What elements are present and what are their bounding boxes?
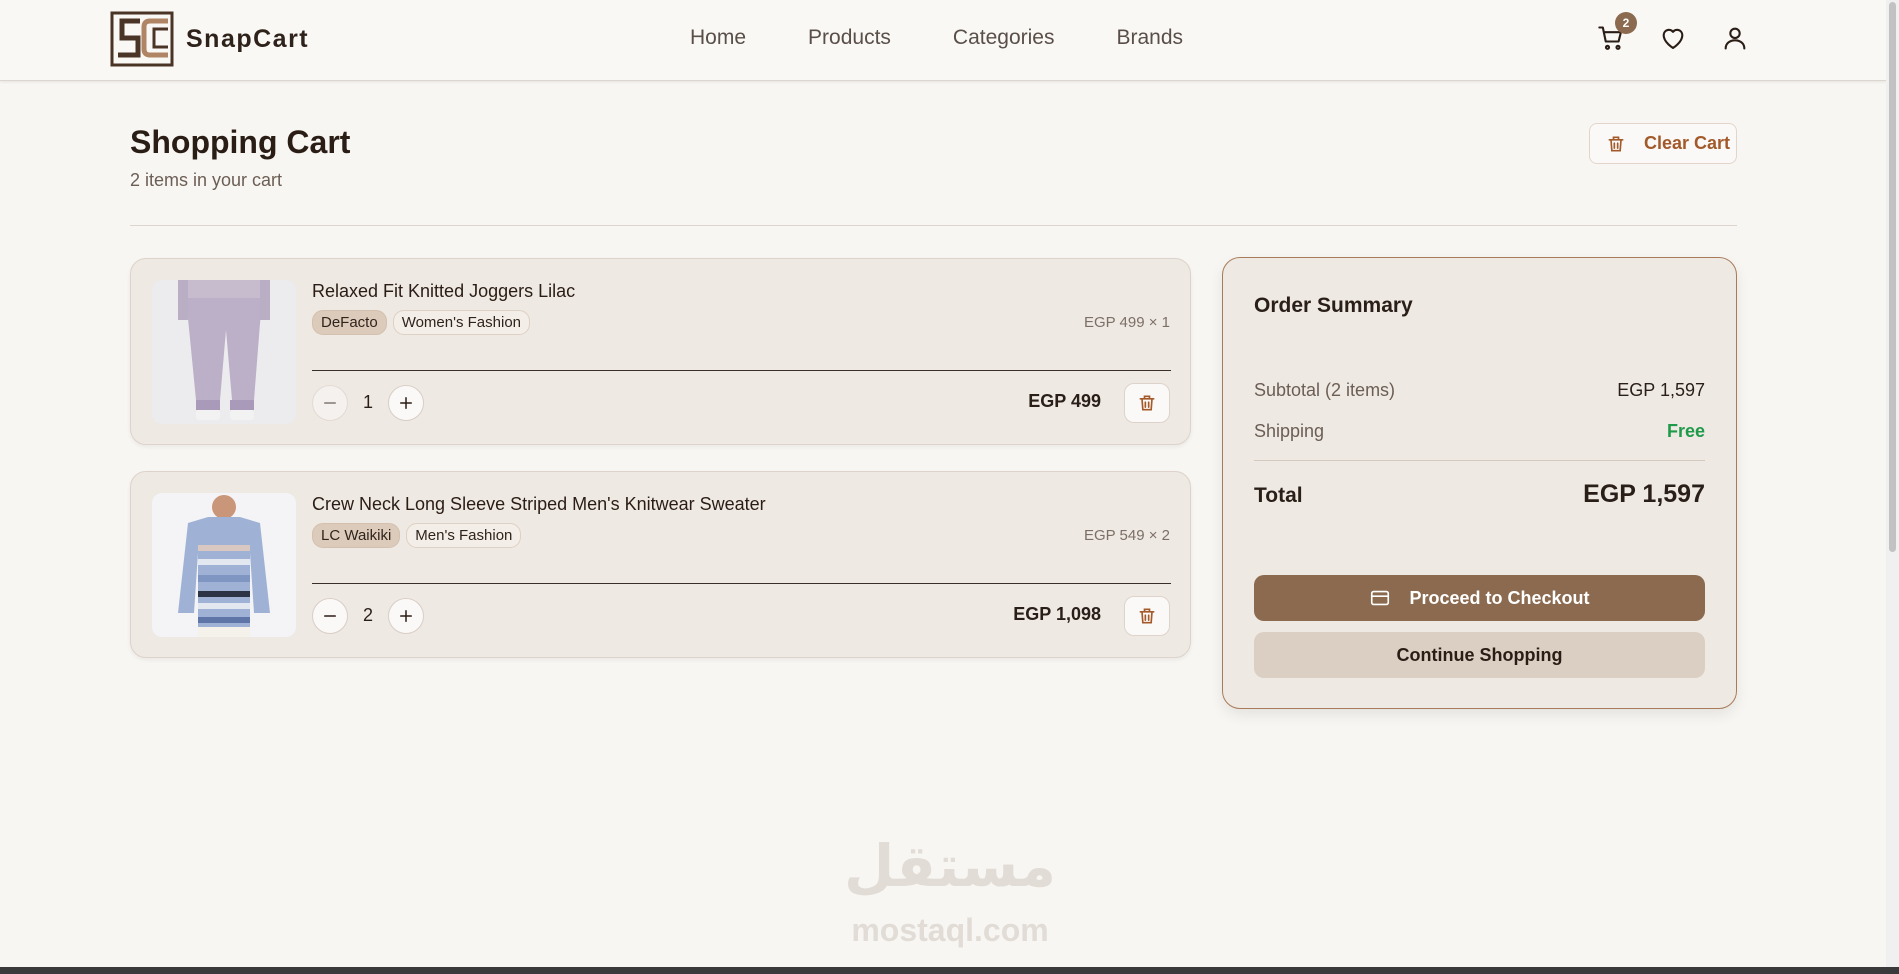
subtotal-label: Subtotal (2 items) <box>1254 380 1396 400</box>
scrollbar-thumb[interactable] <box>1889 2 1896 552</box>
subtotal-value: EGP 1,597 <box>1617 380 1705 400</box>
quantity-value: 1 <box>362 392 373 412</box>
site-header: SnapCart Home Products Categories Brands… <box>0 0 1886 81</box>
shipping-value: Free <box>1666 421 1705 441</box>
unit-price: EGP 499 × 1 <box>1083 314 1170 331</box>
sweater-image-icon <box>152 493 296 637</box>
item-divider <box>312 583 1171 584</box>
header-divider <box>130 225 1737 226</box>
logo[interactable]: SnapCart <box>110 11 309 67</box>
shipping-label: Shipping <box>1254 421 1325 441</box>
decrease-quantity-button[interactable] <box>312 598 348 634</box>
clear-cart-label: Clear Cart <box>1644 133 1731 153</box>
cart-count-text: 2 items in your cart <box>130 170 283 190</box>
joggers-image-icon <box>152 280 296 424</box>
user-icon <box>1724 27 1746 50</box>
remove-item-button[interactable] <box>1124 596 1170 636</box>
shipping-row: Shipping Free <box>1254 421 1705 442</box>
cart-item: Relaxed Fit Knitted Joggers Lilac DeFact… <box>130 258 1191 445</box>
product-image[interactable] <box>152 280 296 424</box>
product-name[interactable]: Relaxed Fit Knitted Joggers Lilac <box>312 281 575 302</box>
product-tags: DeFacto Women's Fashion <box>312 310 536 335</box>
trash-icon <box>1139 608 1155 624</box>
wishlist-button[interactable] <box>1657 22 1689 54</box>
watermark-arabic: مستقل <box>843 832 1057 900</box>
nav-home[interactable]: Home <box>690 26 746 50</box>
plus-icon <box>400 397 412 409</box>
total-value: EGP 1,597 <box>1583 480 1705 508</box>
cart-count-badge: 2 <box>1615 12 1637 34</box>
clear-cart-button[interactable]: Clear Cart <box>1589 123 1737 164</box>
increase-quantity-button[interactable] <box>388 385 424 421</box>
quantity-value: 2 <box>362 605 373 625</box>
nav-products[interactable]: Products <box>808 26 891 50</box>
trash-icon <box>1608 136 1624 151</box>
plus-icon <box>400 610 412 622</box>
minus-icon <box>324 402 336 404</box>
checkout-label: Proceed to Checkout <box>1409 587 1590 608</box>
total-label: Total <box>1254 484 1303 507</box>
logo-mark-icon <box>110 11 174 67</box>
unit-price: EGP 549 × 2 <box>1083 527 1170 544</box>
product-image[interactable] <box>152 493 296 637</box>
cart-button[interactable]: 2 <box>1595 12 1637 54</box>
bottom-edge <box>0 967 1899 974</box>
checkout-button[interactable]: Proceed to Checkout <box>1254 575 1705 621</box>
decrease-quantity-button[interactable] <box>312 385 348 421</box>
order-summary: Order Summary Subtotal (2 items) EGP 1,5… <box>1222 257 1737 709</box>
nav-brands[interactable]: Brands <box>1116 26 1183 50</box>
continue-label: Continue Shopping <box>1396 644 1563 665</box>
trash-icon <box>1139 395 1155 411</box>
category-tag: Women's Fashion <box>392 310 531 335</box>
main-nav: Home Products Categories Brands <box>690 26 1245 50</box>
brand-name: SnapCart <box>186 24 310 53</box>
summary-divider <box>1254 460 1705 461</box>
vertical-scrollbar[interactable] <box>1886 0 1899 974</box>
line-total: EGP 499 <box>1028 391 1101 411</box>
nav-categories[interactable]: Categories <box>953 26 1055 50</box>
category-tag: Men's Fashion <box>406 523 522 548</box>
account-button[interactable] <box>1719 22 1751 54</box>
header-actions: 2 <box>1595 12 1781 54</box>
watermark-latin: mostaql.com <box>851 912 1049 948</box>
product-name[interactable]: Crew Neck Long Sleeve Striped Men's Knit… <box>312 494 766 515</box>
minus-icon <box>324 615 336 617</box>
increase-quantity-button[interactable] <box>388 598 424 634</box>
page-title: Shopping Cart <box>130 124 351 160</box>
brand-tag: DeFacto <box>312 310 387 335</box>
heart-icon <box>1662 28 1684 49</box>
product-tags: LC Waikiki Men's Fashion <box>312 523 527 548</box>
item-divider <box>312 370 1171 371</box>
subtotal-row: Subtotal (2 items) EGP 1,597 <box>1254 380 1705 401</box>
line-total: EGP 1,098 <box>1013 604 1101 624</box>
brand-tag: LC Waikiki <box>312 523 401 548</box>
summary-title: Order Summary <box>1254 294 1413 317</box>
continue-shopping-button[interactable]: Continue Shopping <box>1254 632 1705 678</box>
credit-card-icon <box>1371 590 1390 606</box>
cart-item: Crew Neck Long Sleeve Striped Men's Knit… <box>130 471 1191 658</box>
remove-item-button[interactable] <box>1124 383 1170 423</box>
